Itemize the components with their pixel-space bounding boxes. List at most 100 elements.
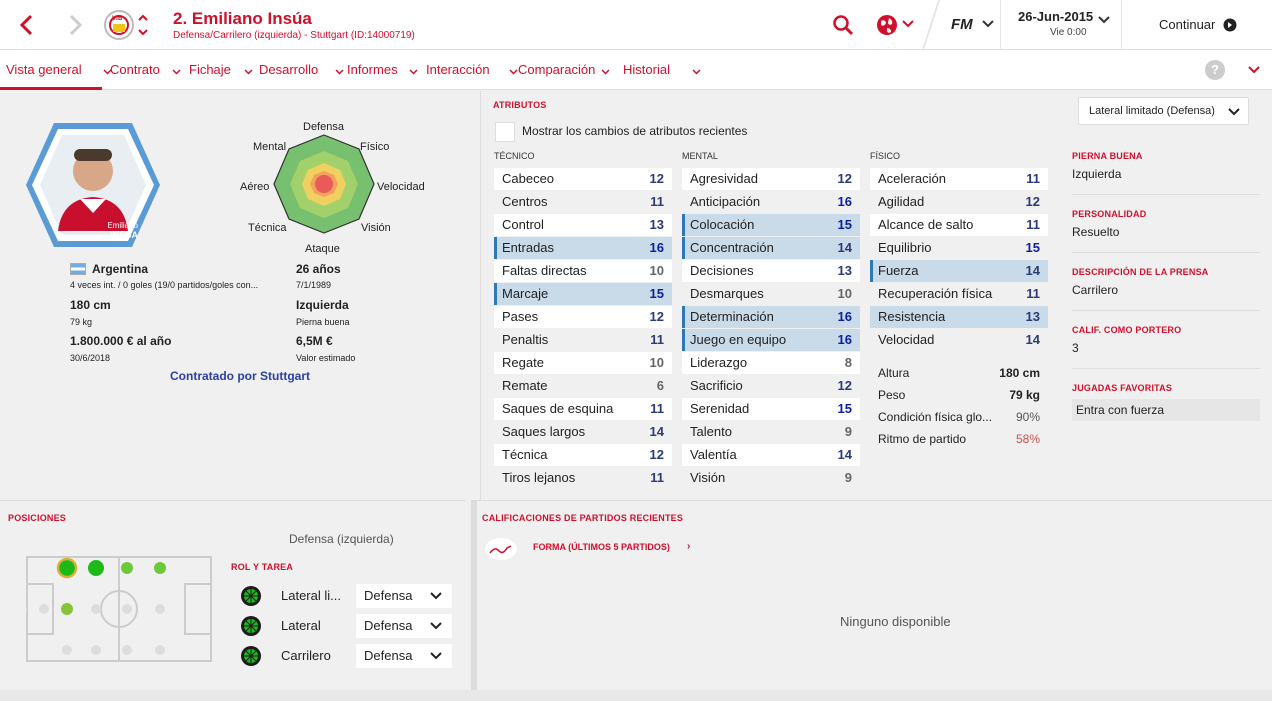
attribute-row[interactable]: Valentía 14 [682, 444, 860, 466]
attribute-row[interactable]: Serenidad 15 [682, 398, 860, 420]
physical-info-row: Condición física glo... 90% [870, 406, 1048, 428]
attribute-row[interactable]: Colocación 15 [682, 214, 860, 236]
continue-arrow-icon[interactable] [1223, 18, 1237, 32]
tab-contrato[interactable]: Contrato [110, 62, 160, 77]
divider [1072, 310, 1260, 311]
duty-select-value: Defensa [364, 618, 413, 633]
attribute-row[interactable]: Juego en equipo 16 [682, 329, 860, 351]
physical-info-value: 79 kg [1009, 388, 1040, 402]
attribute-row[interactable]: Desmarques 10 [682, 283, 860, 305]
attribute-row[interactable]: Equilibrio 15 [870, 237, 1048, 259]
date-chevron-icon[interactable] [1098, 16, 1110, 24]
attribute-row[interactable]: Regate 10 [494, 352, 672, 374]
tab-informes[interactable]: Informes [347, 62, 398, 77]
globe-icon[interactable] [876, 14, 898, 36]
attribute-row[interactable]: Centros 11 [494, 191, 672, 213]
forward-arrow-icon[interactable] [66, 14, 84, 36]
attribute-row[interactable]: Sacrificio 12 [682, 375, 860, 397]
attribute-value: 14 [837, 240, 852, 255]
attribute-row[interactable]: Determinación 16 [682, 306, 860, 328]
attribute-row[interactable]: Cabeceo 12 [494, 168, 672, 190]
attribute-value: 11 [1026, 217, 1040, 232]
attribute-row[interactable]: Aceleración 11 [870, 168, 1048, 190]
tab-chevron-icon [335, 69, 344, 75]
club-badge[interactable]: VfB [104, 10, 134, 40]
attribute-row[interactable]: Velocidad 14 [870, 329, 1048, 351]
duty-select-value: Defensa [364, 648, 413, 663]
attribute-row[interactable]: Talento 9 [682, 421, 860, 443]
physical-info-value: 90% [1015, 410, 1040, 424]
back-arrow-icon[interactable] [18, 14, 36, 36]
title-bar: VfB 2. Emiliano Insúa Defensa/Carrilero … [0, 0, 1272, 50]
attribute-row[interactable]: Remate 6 [494, 375, 672, 397]
player-title: 2. Emiliano Insúa [173, 9, 312, 28]
nav-more-chevron-icon[interactable] [1248, 66, 1260, 74]
attribute-row[interactable]: Tiros lejanos 11 [494, 467, 672, 489]
nationality[interactable]: Argentina [92, 262, 148, 276]
attribute-row[interactable]: Alcance de salto 11 [870, 214, 1048, 236]
attribute-row[interactable]: Agilidad 12 [870, 191, 1048, 213]
tab-comparación[interactable]: Comparación [518, 62, 595, 77]
fm-chevron-icon[interactable] [982, 20, 994, 28]
form-link-arrow-icon[interactable]: › [687, 541, 690, 552]
duty-select[interactable]: Defensa [356, 584, 452, 608]
physical-info-label: Peso [878, 388, 906, 402]
attribute-row[interactable]: Concentración 14 [682, 237, 860, 259]
attribute-value: 9 [844, 470, 852, 485]
tab-historial[interactable]: Historial [623, 62, 670, 77]
attribute-row[interactable]: Agresividad 12 [682, 168, 860, 190]
international-caps: 4 veces int. / 0 goles (19/0 partidos/go… [70, 280, 259, 290]
show-changes-checkbox[interactable] [495, 122, 515, 142]
attribute-row[interactable]: Control 13 [494, 214, 672, 236]
no-ratings-text: Ninguno disponible [840, 614, 951, 629]
attribute-row[interactable]: Técnica 12 [494, 444, 672, 466]
attribute-row[interactable]: Marcaje 15 [494, 283, 672, 305]
attribute-value: 16 [837, 194, 852, 209]
attribute-row[interactable]: Anticipación 16 [682, 191, 860, 213]
player-subtitle: Defensa/Carrilero (izquierda) - Stuttgar… [173, 30, 415, 41]
chevron-down-icon[interactable] [902, 20, 914, 28]
tab-vista-general[interactable]: Vista general [6, 62, 82, 77]
radar-label-aerial: Aéreo [240, 181, 270, 193]
attribute-name: Fuerza [878, 263, 919, 278]
search-icon[interactable] [832, 14, 854, 36]
attribute-row[interactable]: Liderazgo 8 [682, 352, 860, 374]
attribute-name: Tiros lejanos [502, 470, 576, 485]
attribute-row[interactable]: Entradas 16 [494, 237, 672, 259]
role-select[interactable]: Lateral limitado (Defensa) [1078, 97, 1249, 125]
foot-value: Izquierda [1072, 167, 1122, 181]
duty-select[interactable]: Defensa [356, 644, 452, 668]
attribute-row[interactable]: Visión 9 [682, 467, 860, 489]
radar-label-speed: Velocidad [377, 181, 425, 193]
attribute-row[interactable]: Decisiones 13 [682, 260, 860, 282]
attribute-row[interactable]: Pases 12 [494, 306, 672, 328]
attribute-row[interactable]: Resistencia 13 [870, 306, 1048, 328]
attribute-row[interactable]: Saques largos 14 [494, 421, 672, 443]
contracted-by-link[interactable]: Contratado por Stuttgart [170, 369, 310, 383]
form-link[interactable]: FORMA (ÚLTIMOS 5 PARTIDOS) [533, 542, 670, 552]
card-name-first: Emiliano [107, 221, 138, 230]
tab-interacción[interactable]: Interacción [426, 62, 490, 77]
attribute-name: Marcaje [502, 286, 549, 301]
player-switch-icon[interactable] [137, 12, 149, 38]
tab-desarrollo[interactable]: Desarrollo [259, 62, 318, 77]
attribute-name: Velocidad [878, 332, 935, 347]
attribute-row[interactable]: Fuerza 14 [870, 260, 1048, 282]
attribute-name: Sacrificio [690, 378, 743, 393]
duty-select-value: Defensa [364, 588, 413, 603]
fm-menu-label[interactable]: FM [951, 16, 973, 33]
attribute-row[interactable]: Faltas directas 10 [494, 260, 672, 282]
attribute-row[interactable]: Saques de esquina 11 [494, 398, 672, 420]
help-icon[interactable]: ? [1205, 60, 1225, 80]
attribute-row[interactable]: Penaltis 11 [494, 329, 672, 351]
duty-select[interactable]: Defensa [356, 614, 452, 638]
radar-label-technique: Técnica [248, 222, 287, 234]
attribute-name: Agresividad [690, 171, 758, 186]
argentina-flag-icon [70, 263, 86, 275]
attribute-name: Decisiones [690, 263, 754, 278]
foot-heading: PIERNA BUENA [1072, 151, 1143, 161]
attribute-row[interactable]: Recuperación física 11 [870, 283, 1048, 305]
physical-info-value: 180 cm [999, 366, 1040, 380]
continue-button[interactable]: Continuar [1159, 17, 1215, 32]
tab-fichaje[interactable]: Fichaje [189, 62, 231, 77]
